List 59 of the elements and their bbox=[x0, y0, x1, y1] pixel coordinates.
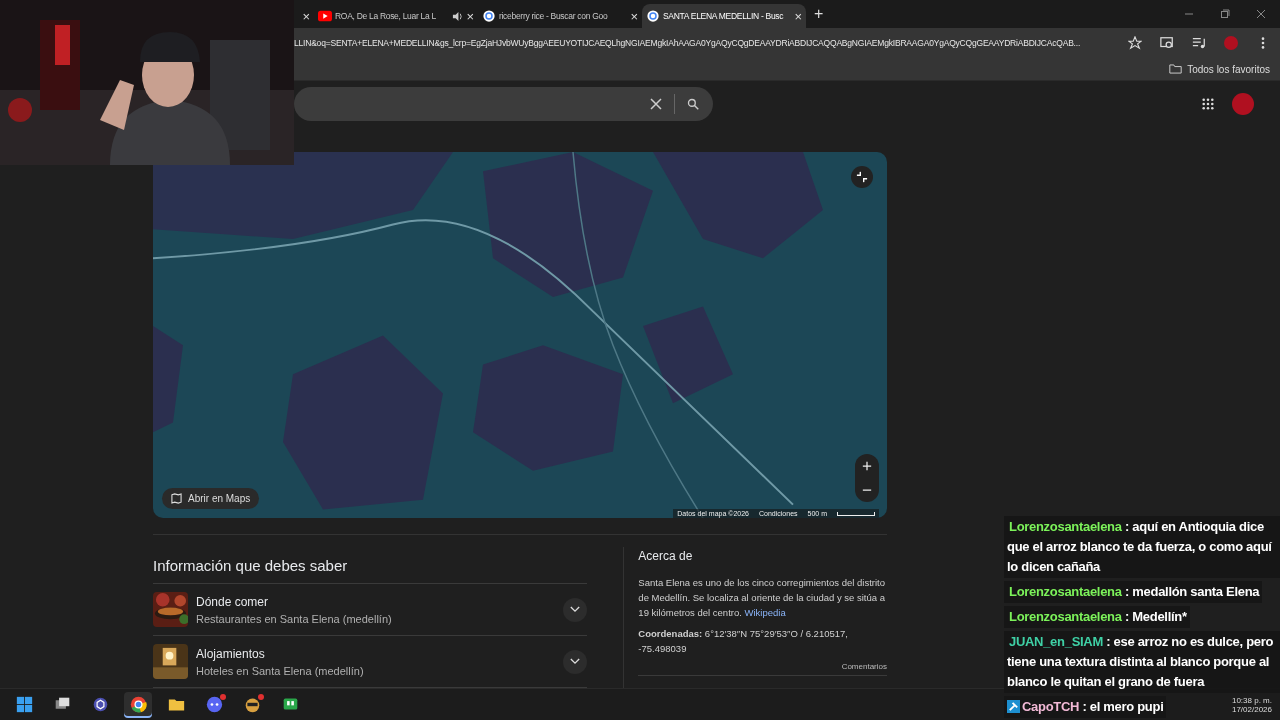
app-icon bbox=[243, 696, 261, 713]
item-subtitle: Restaurantes en Santa Elena (medellín) bbox=[196, 612, 393, 625]
close-tab-button[interactable]: × bbox=[302, 8, 310, 24]
chat-message: Lorenzosantaelena : aquí en Antioquia dice que el arroz blanco te da fuerza, o como aquí lo dicen cañaña bbox=[1004, 516, 1280, 578]
bookmarks-label: Todos los favoritos bbox=[1187, 63, 1270, 75]
tab-title: ROA, De La Rose, Luar La L bbox=[335, 11, 437, 21]
wikipedia-link[interactable]: Wikipedia bbox=[744, 607, 786, 618]
expand-button[interactable] bbox=[563, 649, 588, 674]
taskbar-app[interactable] bbox=[124, 691, 152, 718]
browser-tab[interactable]: SANTA ELENA MEDELLIN - Busc × bbox=[642, 4, 806, 28]
item-title[interactable]: Dónde comer bbox=[196, 594, 556, 609]
zoom-in-icon[interactable] bbox=[862, 461, 872, 471]
apps-icon[interactable] bbox=[1202, 98, 1214, 111]
tab-title: riceberry rice - Buscar con Goo bbox=[499, 11, 609, 21]
chat-message: JUAN_en_SIAM : ese arroz no es dulce, pero tiene una textura distinta al blanco porque al blanco le quitan el grano de fuera bbox=[1004, 631, 1280, 693]
chat-message: Lorenzosantaelena : medallón santa Elena bbox=[1004, 581, 1263, 603]
scale-bar bbox=[837, 511, 875, 516]
clock-time: 10:38 p. m. bbox=[1231, 695, 1272, 705]
app-icon bbox=[205, 696, 223, 713]
feedback-link[interactable]: Comentarios bbox=[638, 662, 887, 676]
new-tab-button[interactable]: + bbox=[814, 5, 824, 23]
video-icon bbox=[318, 10, 332, 22]
folder-icon bbox=[1169, 64, 1183, 74]
about-text: Santa Elena es uno de los cinco corregimientos del distrito de Medellín. Se localiza al oriente de la ciudad y se sitúa a 19 kilómetros del centro. Wikipedia bbox=[638, 576, 886, 620]
clock-date: 17/02/2026 bbox=[1231, 704, 1272, 714]
chat-message: Lorenzosantaelena : Medellín* bbox=[1004, 606, 1190, 628]
screen-search-icon[interactable] bbox=[1160, 36, 1174, 50]
browser-tab[interactable]: ROA, De La Rose, Luar La L × bbox=[314, 4, 478, 28]
clear-icon[interactable] bbox=[650, 98, 662, 111]
folder-icon bbox=[167, 696, 185, 713]
search-field[interactable] bbox=[294, 87, 713, 122]
chevron-icon bbox=[570, 658, 581, 665]
close-icon[interactable] bbox=[1256, 9, 1266, 19]
about-heading: Acerca de bbox=[638, 549, 694, 563]
chat-message: CapoTCH : el mero pupi bbox=[1004, 696, 1167, 718]
close-tab-button[interactable]: × bbox=[794, 8, 802, 24]
browser-tab[interactable]: riceberry rice - Buscar con Goo × bbox=[478, 4, 642, 28]
open-in-maps-button[interactable]: Abrir en Maps bbox=[162, 488, 260, 509]
bookmarks-folder[interactable]: Todos los favoritos bbox=[1169, 63, 1270, 75]
windows-icon bbox=[15, 696, 33, 713]
media-icon[interactable] bbox=[1192, 36, 1206, 50]
expand-button[interactable] bbox=[563, 597, 588, 622]
notification-badge bbox=[258, 693, 264, 700]
search-icon[interactable] bbox=[687, 98, 699, 111]
browser-icon bbox=[129, 696, 147, 713]
item-subtitle: Hoteles en Santa Elena (medellín) bbox=[196, 664, 365, 677]
chevron-icon bbox=[570, 606, 581, 613]
notification-badge bbox=[220, 693, 226, 700]
section-heading: Información que debes saber bbox=[153, 547, 588, 584]
item-title[interactable]: Alojamientos bbox=[196, 646, 556, 661]
close-tab-button[interactable]: × bbox=[466, 8, 474, 24]
coordinates-text: Coordenadas: 6°12′38″N 75°29′53″O / 6.210517, -75.498039 bbox=[638, 627, 849, 656]
tab-title: SANTA ELENA MEDELLIN - Busc bbox=[663, 11, 785, 21]
close-tab-button[interactable]: × bbox=[630, 8, 638, 24]
star-icon[interactable] bbox=[1128, 36, 1142, 50]
app-icon bbox=[281, 696, 299, 713]
app-icon bbox=[91, 696, 109, 713]
restore-icon[interactable] bbox=[1220, 9, 1230, 19]
map-icon bbox=[171, 493, 182, 504]
